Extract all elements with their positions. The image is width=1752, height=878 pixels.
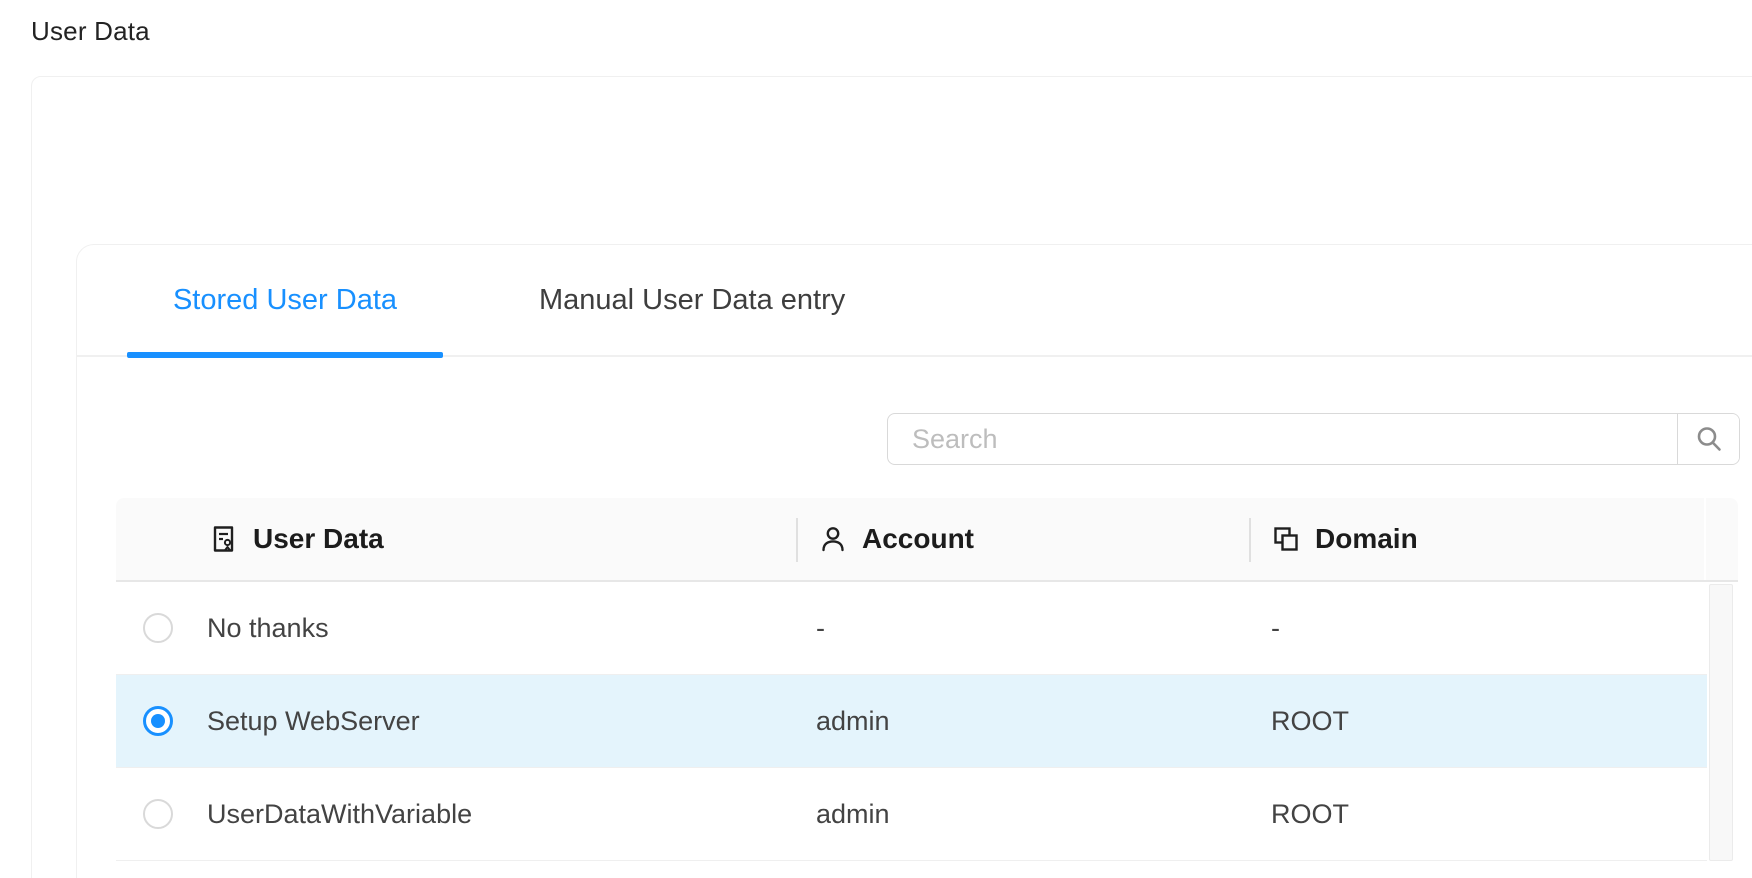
search-button[interactable] — [1677, 414, 1739, 464]
table-scrollbar-track[interactable] — [1709, 584, 1733, 861]
cell-account: admin — [816, 768, 890, 860]
audit-document-icon — [209, 524, 239, 554]
cell-user-data: UserDataWithVariable — [207, 768, 472, 860]
header-scrollbar-gap — [1704, 498, 1706, 580]
column-label: Account — [862, 523, 974, 555]
overlapping-squares-icon — [1271, 524, 1301, 554]
radio-unchecked[interactable] — [143, 799, 173, 829]
header-divider — [796, 518, 798, 562]
user-icon — [818, 524, 848, 554]
tab-stored-user-data[interactable]: Stored User Data — [127, 244, 443, 356]
user-data-screen: User Data Stored User Data Manual User D… — [0, 0, 1752, 878]
cell-user-data: No thanks — [207, 582, 329, 674]
table-body: No thanks - - Setup WebServer admin ROOT… — [116, 582, 1707, 861]
tab-label: Manual User Data entry — [539, 284, 845, 317]
column-header-domain: Domain — [1251, 523, 1706, 555]
column-header-account: Account — [798, 523, 1251, 555]
tab-manual-user-data-entry[interactable]: Manual User Data entry — [507, 244, 877, 356]
page-title: User Data — [31, 16, 150, 47]
cell-domain: ROOT — [1271, 675, 1349, 767]
tab-bar: Stored User Data Manual User Data entry — [77, 245, 1752, 357]
cell-account: admin — [816, 675, 890, 767]
column-label: User Data — [253, 523, 384, 555]
cell-domain: - — [1271, 582, 1280, 674]
magnifier-icon — [1694, 424, 1724, 454]
cell-account: - — [816, 582, 825, 674]
active-tab-ink-bar — [127, 352, 443, 358]
table-row-no-thanks[interactable]: No thanks - - — [116, 582, 1707, 675]
cell-domain: ROOT — [1271, 768, 1349, 860]
cell-user-data: Setup WebServer — [207, 675, 420, 767]
radio-checked[interactable] — [143, 706, 173, 736]
tab-label: Stored User Data — [173, 284, 397, 317]
header-divider — [1249, 518, 1251, 562]
table-row-setup-webserver[interactable]: Setup WebServer admin ROOT — [116, 675, 1707, 768]
user-data-table: User Data Account — [116, 498, 1738, 861]
table-header: User Data Account — [116, 498, 1738, 582]
table-row-userdatawithvariable[interactable]: UserDataWithVariable admin ROOT — [116, 768, 1707, 861]
column-label: Domain — [1315, 523, 1418, 555]
radio-unchecked[interactable] — [143, 613, 173, 643]
search-control — [887, 413, 1740, 465]
column-header-user-data: User Data — [191, 523, 798, 555]
user-data-card: Stored User Data Manual User Data entry — [76, 244, 1752, 878]
search-input[interactable] — [888, 414, 1677, 464]
